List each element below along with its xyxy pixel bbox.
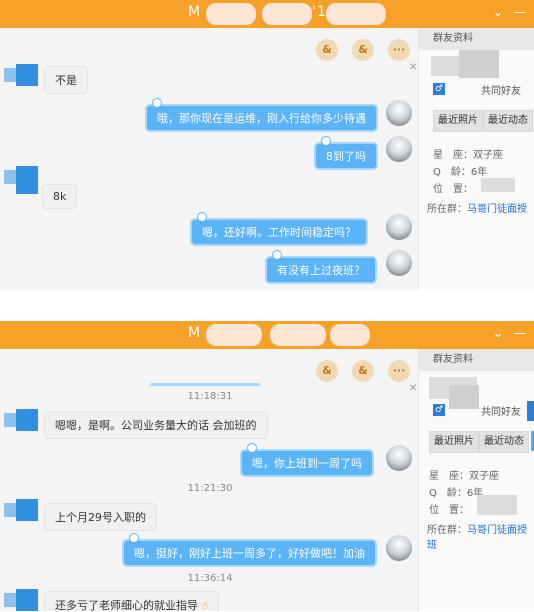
recent-photos-button[interactable]: 最近照片	[433, 110, 483, 132]
message-bubble: 嗯，你上班到一周了吗	[240, 443, 374, 477]
chat-window-2: M ⌄ — & & ··· 11:18:31 嗯嗯，是啊。公司业务量大的话 会加…	[0, 321, 534, 611]
blurred-title	[326, 3, 386, 25]
message-bubble: 上个月29号入职的	[44, 503, 157, 531]
chat-area[interactable]: 11:18:31 嗯嗯，是啊。公司业务量大的话 会加班的 嗯，你上班到一周了吗 …	[0, 349, 420, 611]
constellation-row: 星 座：双子座	[429, 471, 499, 482]
message-bubble: 嗯嗯，是啊。公司业务量大的话 会加班的	[44, 411, 268, 439]
avatar[interactable]	[386, 445, 412, 471]
window-title-prefix: M	[188, 4, 202, 20]
message-bubble: 嗯，还好啊。工作时间稳定吗？	[190, 212, 368, 246]
member-profile-sidebar: 群友资料 ✕ ♂ 共同好友 最近照片 最近动态 星 座：双子座 Q 龄：6年 位…	[409, 349, 534, 611]
bubble-curl-icon	[247, 443, 257, 453]
thumbs-up-icon: ☝	[201, 599, 209, 611]
avatar[interactable]	[386, 214, 412, 240]
member-profile-sidebar: 群友资料 ✕ ♂ 共同好友 最近照片 最近动态 星 座：双子座 Q 龄：6年 位…	[409, 28, 534, 290]
dropdown-icon[interactable]: ⌄	[490, 324, 506, 344]
previous-bubble-edge	[150, 383, 260, 386]
window-title-suffix: '1	[312, 4, 327, 20]
gender-icon: ♂	[433, 404, 445, 416]
bubble-curl-icon	[197, 212, 207, 222]
blurred-title	[330, 324, 370, 346]
common-friends-label[interactable]: 共同好友	[481, 403, 521, 418]
dropdown-icon[interactable]: ⌄	[490, 3, 506, 23]
bubble-curl-icon	[129, 533, 139, 543]
minimize-button[interactable]: —	[512, 324, 528, 344]
bubble-curl-icon	[321, 136, 331, 146]
message-bubble: 8到了吗	[314, 136, 378, 170]
blurred-title	[262, 3, 312, 25]
blurred-location	[481, 178, 515, 192]
blurred-title	[206, 3, 256, 25]
blurred-title	[270, 324, 326, 346]
recent-activity-button[interactable]: 最近动态	[479, 431, 529, 453]
message-bubble: 嗯，挺好，刚好上班一周多了，好好做吧！加油	[122, 533, 377, 567]
message-bubble: 哦，那你现在是运维，刚入行给你多少待遇	[145, 98, 378, 132]
close-icon[interactable]: ✕	[409, 62, 417, 73]
title-bar[interactable]: M '1 ⌄ —	[0, 0, 534, 28]
group-row: 所在群：马哥门徒面授班	[427, 525, 527, 551]
avatar[interactable]	[4, 589, 38, 611]
location-row: 位 置：	[433, 184, 473, 195]
timestamp: 11:21:30	[187, 483, 233, 494]
message-bubble: 不是	[44, 66, 88, 94]
location-row: 位 置：	[429, 505, 469, 516]
chat-window-1: M '1 ⌄ — & & ··· 不是 哦，那你现在是运维，刚入行给你多少待遇 …	[0, 0, 534, 290]
recent-photos-button[interactable]: 最近照片	[429, 431, 479, 453]
gender-icon: ♂	[433, 83, 445, 95]
side-tab[interactable]	[527, 401, 534, 421]
q-age-row: Q 龄：6年	[429, 488, 484, 499]
avatar[interactable]	[386, 136, 412, 162]
sidebar-header: 群友资料	[419, 349, 534, 371]
close-icon[interactable]: ✕	[409, 383, 417, 394]
blurred-avatar	[449, 385, 479, 409]
divider	[0, 290, 534, 321]
avatar[interactable]	[4, 166, 38, 194]
message-bubble: 有没有上过夜班？	[265, 250, 377, 284]
bubble-curl-icon	[272, 250, 282, 260]
timestamp: 11:18:31	[187, 391, 233, 402]
message-bubble: 还多亏了老师细心的就业指导 ☝	[44, 591, 220, 611]
avatar[interactable]	[386, 535, 412, 561]
avatar[interactable]	[4, 409, 38, 431]
bubble-curl-icon	[152, 98, 162, 108]
common-friends-label[interactable]: 共同好友	[481, 82, 521, 97]
sidebar-header: 群友资料	[419, 28, 534, 50]
avatar[interactable]	[4, 499, 38, 521]
group-link[interactable]: 马哥门徒面授	[467, 204, 527, 215]
avatar[interactable]	[4, 64, 38, 86]
chat-area[interactable]: 不是 哦，那你现在是运维，刚入行给你多少待遇 8到了吗 8k 嗯，还好啊。工作时…	[0, 28, 420, 290]
group-row: 所在群：马哥门徒面授	[427, 204, 527, 215]
message-bubble: 8k	[42, 184, 78, 209]
recent-activity-button[interactable]: 最近动态	[483, 110, 533, 132]
window-title-prefix: M	[188, 325, 202, 341]
title-bar[interactable]: M ⌄ —	[0, 321, 534, 349]
constellation-row: 星 座：双子座	[433, 150, 503, 161]
timestamp: 11:36:14	[187, 573, 233, 584]
avatar[interactable]	[386, 100, 412, 126]
blurred-title	[206, 324, 262, 346]
blurred-avatar	[459, 50, 499, 78]
minimize-button[interactable]: —	[512, 3, 528, 23]
q-age-row: Q 龄：6年	[433, 167, 488, 178]
blurred-location	[477, 495, 517, 515]
avatar[interactable]	[386, 250, 412, 276]
